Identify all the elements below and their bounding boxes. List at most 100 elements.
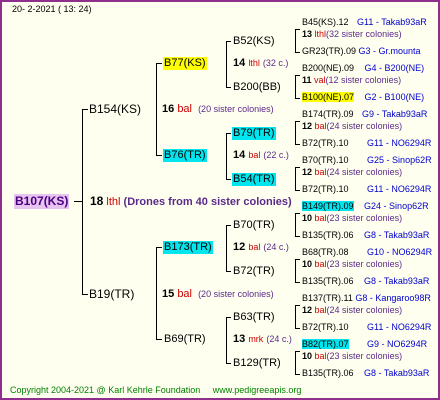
gen3-queen-0[interactable]: B77(KS) bbox=[163, 57, 207, 70]
gen5-queen[interactable]: B72(TR).10 bbox=[302, 184, 349, 194]
gen5-row-5: B72(TR).10 G11 - NO6294R bbox=[302, 138, 431, 149]
root-queen[interactable]: B107(KS) bbox=[14, 194, 70, 209]
gen4-queen-2[interactable]: B79(TR) bbox=[232, 127, 276, 140]
drone-type: bal bbox=[314, 259, 327, 269]
gen5-info: G11 - NO6294R bbox=[367, 184, 432, 194]
website-link[interactable]: www.pedigreeapis.org bbox=[213, 385, 302, 395]
connector bbox=[226, 41, 227, 88]
connector bbox=[295, 282, 300, 283]
gen2-drone-info-1: 15 bal (20 sister colonies) bbox=[162, 288, 274, 301]
gen3-queen-1[interactable]: B76(TR) bbox=[163, 149, 207, 162]
gen5-queen[interactable]: B135(TR).06 bbox=[302, 276, 354, 286]
gen2-drone-info-0: 16 bal (20 sister colonies) bbox=[162, 103, 274, 116]
drone-type: bal bbox=[314, 167, 327, 177]
gen5-queen[interactable]: B70(TR).10 bbox=[302, 155, 349, 165]
drone-note: (24 c.) bbox=[263, 242, 289, 252]
gen5-queen[interactable]: B200(NE).09 bbox=[302, 63, 354, 73]
drone-note: (23 sister colonies) bbox=[326, 213, 403, 223]
connector bbox=[82, 294, 88, 295]
gen4-queen-0[interactable]: B52(KS) bbox=[233, 35, 275, 48]
gen5-info: G8 - Takab93aR bbox=[364, 276, 430, 286]
connector bbox=[295, 328, 300, 329]
drone-type: lthl bbox=[248, 58, 260, 68]
gen5-queen[interactable]: B68(TR).08 bbox=[302, 247, 349, 257]
gen5-info: G4 - B200(NE) bbox=[364, 63, 425, 73]
connector bbox=[295, 29, 296, 53]
gen5-row-3: B100(NE).07 G2 - B100(NE) bbox=[302, 92, 424, 103]
gen5-queen[interactable]: B137(TR).11 bbox=[302, 293, 353, 303]
connector bbox=[156, 339, 162, 340]
gen5-queen[interactable]: B135(TR).06 bbox=[302, 368, 354, 378]
gen5-queen[interactable]: B72(TR).10 bbox=[302, 138, 349, 148]
pedigree-frame: 20- 2-2021 ( 13: 24) B107(KS) 18 lthl (D… bbox=[0, 0, 440, 400]
drone-count: 11 bbox=[302, 75, 312, 85]
gen4-queen-7[interactable]: B129(TR) bbox=[233, 357, 281, 370]
connector bbox=[82, 109, 83, 295]
gen5-queen[interactable]: B45(KS).12 bbox=[302, 17, 349, 27]
report-date: 20- 2-2021 ( 13: 24) bbox=[12, 4, 92, 14]
gen5-row-8: B149(TR).09 G24 - Sinop62R bbox=[302, 201, 429, 212]
connector bbox=[156, 63, 162, 64]
drone-note: (20 sister colonies) bbox=[198, 289, 274, 299]
drone-note: (32 c.) bbox=[262, 58, 289, 68]
gen5-row-4: B174(TR).09 G9 - Takab93aR bbox=[302, 109, 427, 120]
gen5-queen[interactable]: B100(NE).07 bbox=[302, 92, 355, 102]
gen3-queen-2[interactable]: B173(TR) bbox=[163, 241, 213, 254]
gen3-queen-3[interactable]: B69(TR) bbox=[164, 333, 206, 346]
drone-type: bal bbox=[314, 305, 327, 315]
gen4-queen-1[interactable]: B200(BB) bbox=[233, 81, 281, 94]
gen5-row-2: B200(NE).09 G4 - B200(NE) bbox=[302, 63, 424, 74]
gen2-queen-0[interactable]: B154(KS) bbox=[89, 103, 141, 116]
gen5-info: G25 - Sinop62R bbox=[367, 155, 432, 165]
drone-type: val bbox=[314, 75, 326, 85]
connector bbox=[295, 121, 300, 122]
connector bbox=[295, 259, 300, 260]
connector bbox=[295, 236, 300, 237]
drone-note: (20 sister colonies) bbox=[198, 104, 274, 114]
gen4-drone-row-6: 12 bal(24 sister colonies) bbox=[302, 305, 402, 316]
gen4-drone-row-5: 10 bal(23 sister colonies) bbox=[302, 259, 402, 270]
drone-type: bal bbox=[314, 213, 327, 223]
drone-note: (24 sister colonies) bbox=[326, 305, 403, 315]
gen4-queen-5[interactable]: B72(TR) bbox=[233, 265, 275, 278]
connector bbox=[295, 144, 300, 145]
gen5-queen[interactable]: B82(TR).07 bbox=[302, 339, 349, 349]
gen5-queen[interactable]: B72(TR).10 bbox=[302, 322, 349, 332]
connector bbox=[295, 305, 296, 329]
drone-type: bal bbox=[177, 288, 192, 300]
gen5-queen[interactable]: B149(TR).09 bbox=[302, 201, 354, 211]
drone-count: 15 bbox=[162, 288, 175, 300]
drone-type: bal bbox=[248, 150, 261, 160]
connector bbox=[226, 179, 231, 180]
gen5-info: G3 - Gr.mounta bbox=[358, 46, 421, 56]
drone-count: 18 bbox=[90, 194, 104, 208]
connector bbox=[295, 29, 300, 30]
drone-count: 13 bbox=[302, 29, 313, 39]
gen4-queen-6[interactable]: B63(TR) bbox=[233, 311, 275, 324]
drone-count: 12 bbox=[233, 241, 246, 253]
gen5-info: G2 - B100(NE) bbox=[364, 92, 425, 102]
drone-type: bal bbox=[177, 103, 192, 115]
gen4-queen-4[interactable]: B70(TR) bbox=[233, 219, 275, 232]
gen5-info: G11 - Takab93aR bbox=[357, 17, 427, 27]
connector bbox=[156, 155, 162, 156]
drone-count: 14 bbox=[233, 57, 246, 69]
connector bbox=[226, 87, 231, 88]
gen4-queen-3[interactable]: B54(TR) bbox=[232, 173, 276, 186]
gen5-queen[interactable]: B135(TR).06 bbox=[302, 230, 354, 240]
connector bbox=[295, 98, 300, 99]
drone-type: bal bbox=[314, 351, 327, 361]
drone-count: 10 bbox=[302, 351, 313, 361]
drone-count: 14 bbox=[233, 149, 246, 161]
connector bbox=[226, 225, 231, 226]
drone-type: bal bbox=[314, 121, 327, 131]
connector bbox=[295, 213, 300, 214]
gen2-queen-1[interactable]: B19(TR) bbox=[89, 288, 134, 301]
gen5-row-1: GR23(TR).09 G3 - Gr.mounta bbox=[302, 46, 421, 57]
gen5-row-6: B70(TR).10 G25 - Sinop62R bbox=[302, 155, 432, 166]
gen5-queen[interactable]: GR23(TR).09 bbox=[302, 46, 356, 56]
drone-type: lthl bbox=[106, 196, 121, 208]
drone-note: (24 sister colonies) bbox=[326, 121, 403, 131]
drone-type: mrk bbox=[248, 334, 264, 344]
gen5-queen[interactable]: B174(TR).09 bbox=[302, 109, 354, 119]
